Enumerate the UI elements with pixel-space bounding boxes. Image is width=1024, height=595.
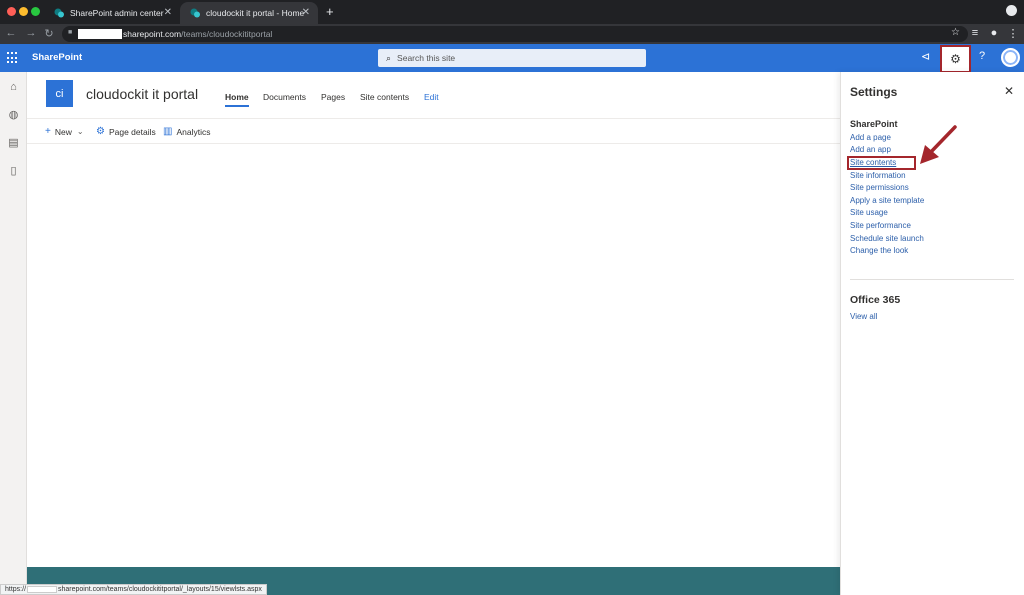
- sharepoint-favicon-icon: [190, 8, 200, 18]
- settings-gear-button[interactable]: ⚙: [940, 45, 971, 73]
- annotation-arrow-icon: [920, 125, 957, 164]
- search-input[interactable]: ⌕ Search this site: [378, 49, 646, 67]
- chart-icon: ▥: [163, 126, 173, 137]
- status-host: sharepoint.com: [58, 586, 106, 593]
- link-site-usage[interactable]: Site usage: [850, 208, 888, 217]
- lock-icon: ■: [68, 29, 73, 36]
- reading-list-icon[interactable]: ≡: [968, 27, 982, 39]
- nav-home[interactable]: Home: [225, 92, 249, 107]
- link-site-information[interactable]: Site information: [850, 171, 906, 180]
- sharepoint-favicon-icon: [54, 8, 64, 18]
- browser-tab-bar: SharePoint admin center ✕ cloudockit it …: [0, 0, 1024, 24]
- profile-icon[interactable]: ●: [987, 27, 1001, 39]
- status-path: /teams/cloudockititportal/_layouts/15/vi…: [105, 586, 262, 593]
- globe-icon[interactable]: ◍: [7, 108, 20, 121]
- avatar[interactable]: [1001, 48, 1020, 67]
- redacted-tenant: [78, 29, 122, 39]
- url-host: sharepoint.com: [123, 29, 182, 39]
- link-schedule-launch[interactable]: Schedule site launch: [850, 234, 924, 243]
- link-add-page[interactable]: Add a page: [850, 133, 891, 142]
- window-minimize-dot[interactable]: [19, 7, 28, 16]
- left-app-rail: ⌂ ◍ ▤ ▯: [0, 72, 27, 595]
- back-arrow-icon[interactable]: ←: [4, 27, 18, 39]
- news-icon[interactable]: ▤: [7, 136, 20, 149]
- sharepoint-heading: SharePoint: [850, 119, 898, 129]
- page-details-button[interactable]: ⚙ Page details: [96, 126, 156, 137]
- browser-address-bar: ← → ↻ ■ sharepoint.com/teams/cloudockiti…: [0, 24, 1024, 44]
- link-view-all[interactable]: View all: [850, 312, 877, 321]
- status-prefix: https://: [5, 586, 27, 593]
- bookmark-star-icon[interactable]: ☆: [951, 27, 960, 38]
- chevron-down-icon: ⌄: [76, 127, 84, 136]
- settings-title: Settings: [850, 85, 898, 99]
- suite-bar: SharePoint ⌕ Search this site ⊲ ?: [0, 44, 1024, 72]
- page-details-label: Page details: [108, 126, 156, 137]
- help-icon[interactable]: ?: [979, 50, 985, 62]
- analytics-button[interactable]: ▥ Analytics: [163, 126, 210, 137]
- plus-icon: +: [45, 126, 51, 137]
- megaphone-icon[interactable]: ⊲: [921, 50, 930, 63]
- browser-menu-icon[interactable]: ⋮: [1006, 27, 1020, 40]
- window-close-dot[interactable]: [7, 7, 16, 16]
- site-logo-text: ci: [55, 87, 64, 100]
- analytics-label: Analytics: [176, 126, 211, 137]
- nav-documents[interactable]: Documents: [263, 92, 306, 102]
- settings-divider: [850, 279, 1014, 280]
- settings-icon: ⚙: [96, 126, 105, 137]
- redacted-tenant: [27, 586, 58, 593]
- site-logo[interactable]: ci: [46, 80, 73, 107]
- status-bar-url: https:// sharepoint.com/teams/cloudockiti…: [0, 584, 267, 595]
- new-tab-icon[interactable]: +: [326, 4, 334, 19]
- home-icon[interactable]: ⌂: [7, 81, 20, 93]
- reload-icon[interactable]: ↻: [42, 27, 56, 40]
- nav-pages[interactable]: Pages: [321, 92, 345, 102]
- tab-sharepoint-admin[interactable]: SharePoint admin center ✕: [44, 2, 180, 24]
- link-site-permissions[interactable]: Site permissions: [850, 183, 909, 192]
- app-launcher-icon[interactable]: [7, 52, 19, 64]
- tab-cloudockit-portal[interactable]: cloudockit it portal - Home ✕: [180, 2, 318, 24]
- url-field[interactable]: ■ sharepoint.com/teams/cloudockititporta…: [62, 26, 968, 42]
- close-icon[interactable]: ✕: [164, 7, 172, 18]
- close-icon[interactable]: ✕: [302, 7, 310, 18]
- new-button[interactable]: + New ⌄: [45, 126, 84, 137]
- link-site-performance[interactable]: Site performance: [850, 221, 911, 230]
- office-365-heading: Office 365: [850, 294, 901, 306]
- url-path: /teams/cloudockititportal: [181, 29, 273, 39]
- gear-icon: ⚙: [950, 52, 961, 66]
- close-icon[interactable]: ✕: [1004, 84, 1014, 98]
- link-add-app[interactable]: Add an app: [850, 145, 891, 154]
- file-icon[interactable]: ▯: [7, 164, 20, 177]
- window-maximize-dot[interactable]: [31, 7, 40, 16]
- tab-search-icon[interactable]: [1006, 5, 1017, 16]
- tab-label: cloudockit it portal - Home: [206, 8, 305, 18]
- main-canvas: [27, 72, 840, 595]
- forward-arrow-icon[interactable]: →: [24, 27, 38, 39]
- search-icon: ⌕: [386, 52, 392, 63]
- nav-edit[interactable]: Edit: [424, 92, 439, 102]
- brand-label[interactable]: SharePoint: [32, 52, 82, 63]
- tab-label: SharePoint admin center: [70, 8, 164, 18]
- nav-site-contents[interactable]: Site contents: [360, 92, 409, 102]
- site-title[interactable]: cloudockit it portal: [86, 86, 198, 102]
- link-change-look[interactable]: Change the look: [850, 246, 908, 255]
- search-placeholder: Search this site: [397, 53, 456, 63]
- link-apply-template[interactable]: Apply a site template: [850, 196, 924, 205]
- new-label: New: [54, 126, 72, 137]
- site-contents-highlight: [847, 156, 916, 170]
